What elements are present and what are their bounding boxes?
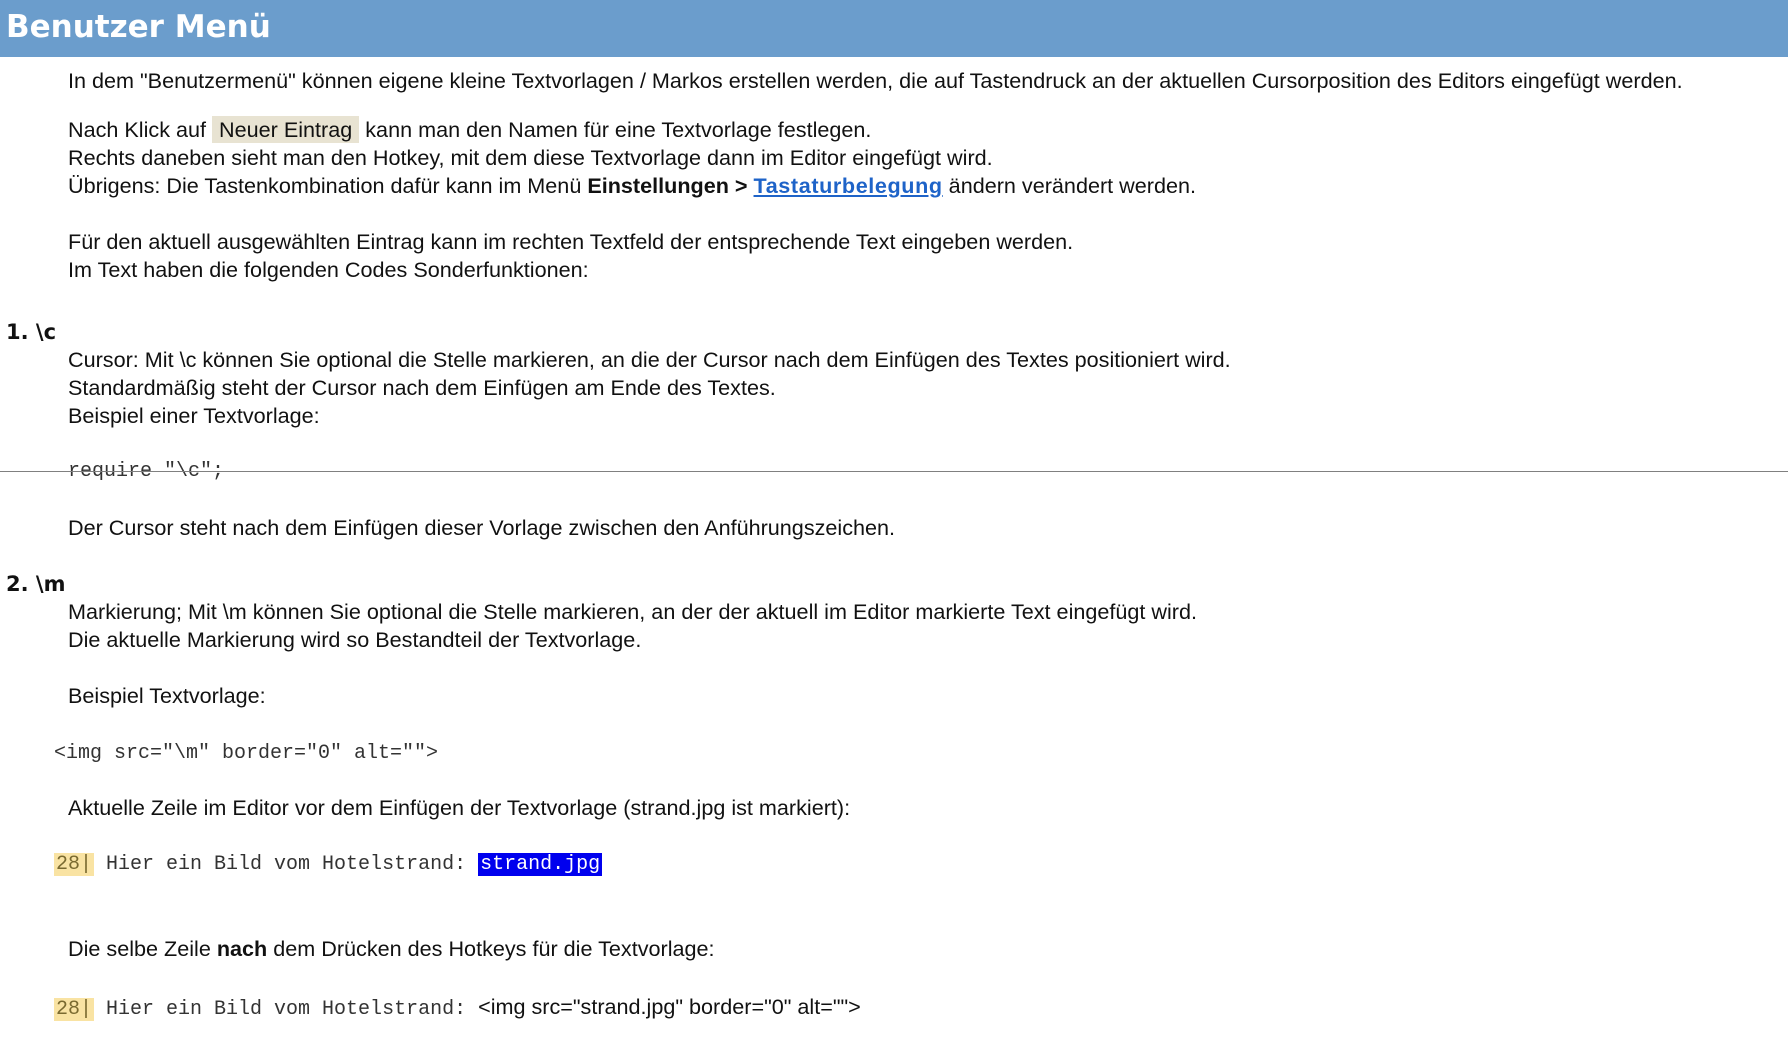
selected-text: strand.jpg [478, 853, 603, 876]
divider-line [0, 471, 1788, 472]
editor-text: Hier ein Bild vom Hotelstrand: [94, 998, 479, 1021]
code-example-cursor: require "\c"; [68, 460, 225, 483]
section-heading-marker: 2. \m [6, 572, 66, 596]
page-header: Benutzer Menü [0, 0, 1788, 57]
keyboard-layout-link[interactable]: Tastaturbelegung [754, 173, 943, 198]
code-example-marker: <img src="\m" border="0" alt=""> [54, 742, 439, 765]
intro-text: ändern verändert werden. [942, 173, 1196, 198]
intro-paragraph-6: Im Text haben die folgenden Codes Sonder… [68, 257, 589, 282]
section2-text: Die selbe Zeile [68, 936, 217, 961]
section2-paragraph-2: Die aktuelle Markierung wird so Bestandt… [68, 627, 642, 652]
section1-paragraph-2: Standardmäßig steht der Cursor nach dem … [68, 375, 776, 400]
editor-line-after: 28| Hier ein Bild vom Hotelstrand: <img … [54, 993, 861, 1024]
editor-line-before: 28| Hier ein Bild vom Hotelstrand: stran… [54, 851, 603, 879]
line-number: 28| [54, 998, 95, 1021]
section1-paragraph-1: Cursor: Mit \c können Sie optional die S… [68, 347, 1231, 372]
section1-paragraph-4: Der Cursor steht nach dem Einfügen diese… [68, 515, 896, 540]
intro-paragraph-5: Für den aktuell ausgewählten Eintrag kan… [68, 229, 1074, 254]
intro-paragraph-4: Übrigens: Die Tastenkombination dafür ka… [68, 172, 1196, 200]
new-entry-button-reference: Neuer Eintrag [212, 116, 360, 143]
intro-text: Übrigens: Die Tastenkombination dafür ka… [68, 173, 588, 198]
intro-text: Nach Klick auf [68, 117, 213, 142]
section-heading-cursor: 1. \c [6, 320, 57, 344]
section2-paragraph-5: Die selbe Zeile nach dem Drücken des Hot… [68, 935, 715, 963]
section2-paragraph-3: Beispiel Textvorlage: [68, 683, 266, 708]
page-title: Benutzer Menü [6, 9, 271, 45]
intro-paragraph-3: Rechts daneben sieht man den Hotkey, mit… [68, 145, 993, 170]
inserted-text: <img src="strand.jpg" border="0" alt=""> [478, 994, 861, 1019]
settings-menu-reference: Einstellungen > [587, 173, 754, 198]
section1-paragraph-3: Beispiel einer Textvorlage: [68, 403, 320, 428]
intro-text: kann man den Namen für eine Textvorlage … [359, 117, 872, 142]
intro-paragraph-1: In dem "Benutzermenü" können eigene klei… [68, 68, 1683, 93]
section2-paragraph-4: Aktuelle Zeile im Editor vor dem Einfüge… [68, 795, 851, 820]
editor-text: Hier ein Bild vom Hotelstrand: [94, 853, 479, 876]
section2-paragraph-1: Markierung; Mit \m können Sie optional d… [68, 599, 1198, 624]
line-number: 28| [54, 853, 95, 876]
intro-paragraph-2: Nach Klick auf Neuer Eintrag kann man de… [68, 116, 871, 144]
section2-text: dem Drücken des Hotkeys für die Textvorl… [267, 936, 715, 961]
emphasis-after: nach [216, 936, 268, 961]
